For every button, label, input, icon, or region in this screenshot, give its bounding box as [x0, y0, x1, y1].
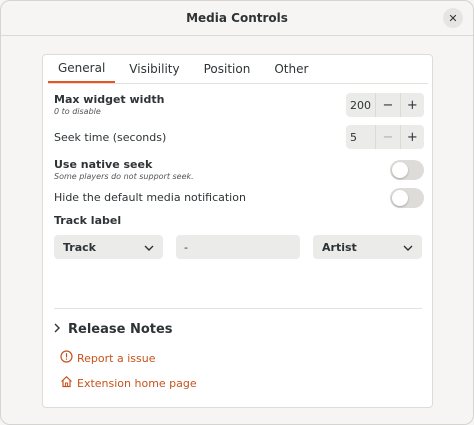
tab-position[interactable]: Position — [194, 55, 261, 83]
native-seek-switch[interactable] — [390, 160, 424, 180]
max-widget-width-decrease-button[interactable]: − — [375, 93, 399, 117]
native-seek-row: Use native seek Some players do not supp… — [54, 158, 424, 182]
track-label-first-dropdown[interactable]: Track — [54, 235, 163, 259]
track-label-heading: Track label — [54, 214, 122, 227]
report-issue-link[interactable]: Report a issue — [60, 350, 155, 366]
max-widget-width-increase-button[interactable]: + — [399, 93, 424, 117]
title-bar: Media Controls ✕ — [1, 1, 473, 36]
settings-panel: General Visibility Position Other Max wi… — [42, 54, 433, 408]
hide-notification-switch[interactable] — [390, 188, 424, 208]
track-label-last-value: Artist — [322, 240, 357, 254]
report-issue-label: Report a issue — [77, 351, 156, 365]
max-widget-width-value[interactable]: 200 — [346, 99, 375, 112]
release-notes-label: Release Notes — [68, 321, 173, 337]
track-label-separator-input[interactable]: - — [176, 235, 300, 259]
tab-general[interactable]: General — [48, 55, 116, 83]
seek-time-decrease-button[interactable]: − — [375, 125, 399, 149]
seek-time-value[interactable]: 5 — [346, 131, 375, 144]
window-title: Media Controls — [186, 11, 288, 25]
max-widget-width-spinner: 200 − + — [346, 93, 424, 117]
extension-home-page-link[interactable]: Extension home page — [60, 375, 197, 391]
extension-home-page-label: Extension home page — [77, 376, 197, 390]
media-controls-window: Media Controls ✕ General Visibility Posi… — [0, 0, 474, 425]
tab-visibility[interactable]: Visibility — [119, 55, 189, 83]
switch-knob — [392, 162, 408, 178]
warning-icon — [60, 350, 77, 366]
seek-time-increase-button[interactable]: + — [399, 125, 424, 149]
section-divider — [54, 308, 422, 309]
seek-time-row: Seek time (seconds) 5 − + — [54, 125, 424, 151]
native-seek-subtitle: Some players do not support seek. — [54, 172, 194, 181]
chevron-right-icon — [54, 323, 60, 336]
release-notes-expander[interactable]: Release Notes — [54, 319, 173, 339]
hide-notification-label: Hide the default media notification — [54, 191, 246, 204]
track-label-separator-value: - — [184, 240, 188, 254]
tab-bar: General Visibility Position Other — [48, 55, 428, 84]
native-seek-label: Use native seek — [54, 158, 153, 171]
close-icon: ✕ — [448, 11, 458, 25]
hide-notification-row: Hide the default media notification — [54, 187, 424, 209]
seek-time-spinner: 5 − + — [346, 125, 424, 149]
home-icon — [60, 375, 77, 391]
chevron-down-icon — [403, 241, 413, 254]
tab-other[interactable]: Other — [264, 55, 318, 83]
track-label-first-value: Track — [63, 240, 96, 254]
max-widget-width-row: Max widget width 0 to disable 200 − + — [54, 93, 424, 119]
track-label-last-dropdown[interactable]: Artist — [313, 235, 422, 259]
close-button[interactable]: ✕ — [443, 8, 463, 28]
switch-knob — [392, 190, 408, 206]
chevron-down-icon — [144, 241, 154, 254]
